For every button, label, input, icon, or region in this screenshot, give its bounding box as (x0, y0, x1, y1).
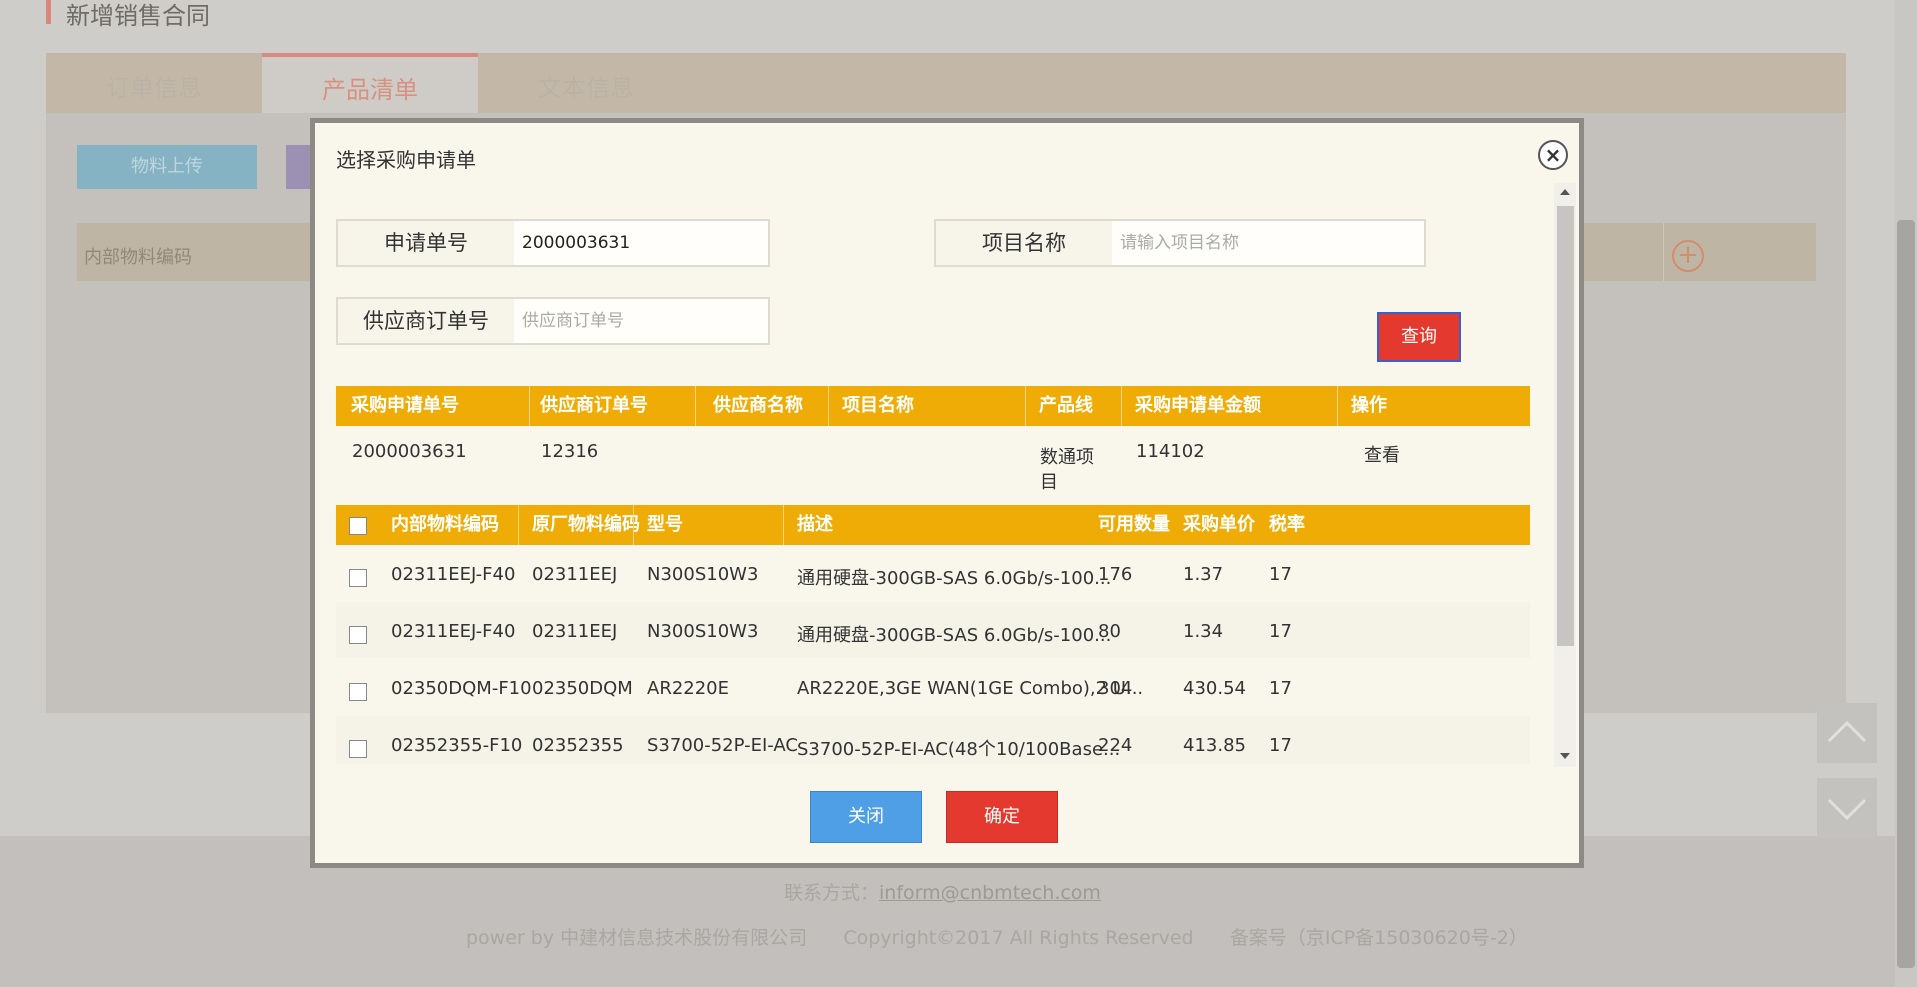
product-line-cell: 数通项 (1040, 447, 1094, 468)
col-divider (633, 505, 634, 545)
request-no-input[interactable]: 2000003631 (514, 219, 770, 267)
view-link[interactable]: 查看 (1364, 441, 1400, 467)
col-amount: 采购申请单金额 (1135, 395, 1261, 416)
product-table-divider (1663, 223, 1664, 281)
tax-cell: 17 (1269, 678, 1292, 699)
description-cell: 通用硬盘-300GB-SAS 6.0Gb/s-100... (797, 568, 1112, 589)
col-product-line: 产品线 (1039, 395, 1093, 416)
supplier-order-label: 供应商订单号 (336, 297, 516, 345)
close-button[interactable]: 关闭 (810, 791, 922, 843)
scroll-up-arrow-icon[interactable] (1560, 189, 1570, 195)
col-description: 描述 (797, 514, 833, 535)
col-divider (518, 505, 519, 545)
scroll-down-arrow-icon[interactable] (1560, 753, 1570, 759)
dialog-scrollbar-thumb[interactable] (1557, 206, 1574, 646)
amount-cell: 114102 (1136, 441, 1205, 462)
col-divider (783, 505, 784, 545)
col-tax-rate: 税率 (1269, 514, 1305, 535)
project-name-input[interactable]: 请输入项目名称 (1112, 219, 1426, 267)
col-action: 操作 (1351, 395, 1387, 416)
model-cell: AR2220E (647, 678, 730, 699)
close-icon[interactable]: × (1538, 140, 1568, 170)
tab-product-list[interactable]: 产品清单 (262, 53, 478, 113)
col-unit-price: 采购单价 (1183, 514, 1255, 535)
qty-cell: 80 (1098, 621, 1121, 642)
col-model: 型号 (647, 514, 683, 535)
request-no-label: 申请单号 (336, 219, 516, 267)
material-table-header: 内部物料编码 原厂物料编码 型号 描述 可用数量 采购单价 税率 (336, 505, 1530, 545)
internal-code-cell: 02311EEJ-F40 (391, 564, 516, 585)
col-divider (828, 386, 829, 426)
col-original-code: 原厂物料编码 (532, 514, 640, 535)
request-table-header: 采购申请单号 供应商订单号 供应商名称 项目名称 产品线 采购申请单金额 操作 (336, 386, 1530, 426)
col-supplier-order: 供应商订单号 (540, 395, 648, 416)
description-cell: AR2220E,3GE WAN(1GE Combo),2 U... (797, 678, 1144, 699)
price-cell: 1.34 (1183, 621, 1224, 642)
supplier-order-input[interactable]: 供应商订单号 (514, 297, 770, 345)
qty-cell: 176 (1098, 564, 1133, 585)
page-title: 新增销售合同 (66, 2, 210, 30)
tax-cell: 17 (1269, 621, 1292, 642)
dialog-body: 选择采购申请单 × 申请单号 2000003631 项目名称 请输入项目名称 供… (315, 123, 1579, 863)
description-cell: S3700-52P-EI-AC(48个10/100Base... (797, 739, 1121, 760)
row-checkbox[interactable] (349, 569, 367, 587)
col-divider (1121, 386, 1122, 426)
model-cell: N300S10W3 (647, 564, 759, 585)
col-divider (1025, 386, 1026, 426)
select-request-dialog: 选择采购申请单 × 申请单号 2000003631 项目名称 请输入项目名称 供… (310, 118, 1584, 868)
model-cell: S3700-52P-EI-AC (647, 735, 798, 756)
col-divider (529, 386, 530, 426)
project-name-label: 项目名称 (934, 219, 1114, 267)
product-table-header-internal-code: 内部物料编码 (84, 247, 192, 268)
original-code-cell: 02352355 (532, 735, 624, 756)
internal-code-cell: 02350DQM-F10 (391, 678, 532, 699)
tab-bar: 订单信息 产品清单 文本信息 (46, 53, 1846, 113)
col-divider (695, 386, 696, 426)
footer-copyright: power by 中建材信息技术股份有限公司 Copyright©2017 Al… (466, 927, 1528, 949)
price-cell: 1.37 (1183, 564, 1224, 585)
footer-contact-label: 联系方式： (784, 882, 880, 904)
scroll-bottom-button[interactable] (1817, 778, 1877, 838)
chevron-down-icon (1827, 798, 1867, 821)
tab-text-info[interactable]: 文本信息 (478, 53, 694, 113)
select-all-checkbox[interactable] (349, 517, 367, 535)
page-scrollbar-thumb[interactable] (1897, 220, 1915, 968)
tab-order-info[interactable]: 订单信息 (46, 53, 262, 113)
scroll-top-button[interactable] (1817, 703, 1877, 763)
col-divider (1337, 386, 1338, 426)
row-checkbox[interactable] (349, 740, 367, 758)
row-checkbox[interactable] (349, 683, 367, 701)
col-internal-code: 内部物料编码 (391, 514, 499, 535)
description-cell: 通用硬盘-300GB-SAS 6.0Gb/s-100... (797, 625, 1112, 646)
footer-contact: 联系方式：inform@cnbmtech.com (784, 878, 1101, 905)
tax-cell: 17 (1269, 735, 1292, 756)
add-row-icon[interactable]: + (1672, 240, 1704, 272)
chevron-up-icon (1827, 720, 1867, 743)
original-code-cell: 02350DQM (532, 678, 633, 699)
price-cell: 430.54 (1183, 678, 1246, 699)
supplier-order-cell: 12316 (541, 441, 599, 462)
price-cell: 413.85 (1183, 735, 1246, 756)
query-button[interactable]: 查询 (1377, 312, 1461, 362)
confirm-button[interactable]: 确定 (946, 791, 1058, 843)
original-code-cell: 02311EEJ (532, 564, 618, 585)
col-project-name: 项目名称 (842, 395, 914, 416)
internal-code-cell: 02352355-F10 (391, 735, 523, 756)
col-request-no: 采购申请单号 (351, 395, 459, 416)
request-no-cell: 2000003631 (352, 441, 467, 462)
material-upload-button[interactable]: 物料上传 (77, 145, 257, 189)
qty-cell: 304 (1098, 678, 1133, 699)
row-checkbox[interactable] (349, 626, 367, 644)
col-available-qty: 可用数量 (1098, 514, 1170, 535)
qty-cell: 224 (1098, 735, 1133, 756)
model-cell: N300S10W3 (647, 621, 759, 642)
footer-contact-email[interactable]: inform@cnbmtech.com (879, 882, 1101, 904)
tax-cell: 17 (1269, 564, 1292, 585)
page-title-accent (46, 0, 51, 24)
internal-code-cell: 02311EEJ-F40 (391, 621, 516, 642)
product-line-cell-wrap: 目 (1040, 472, 1058, 493)
original-code-cell: 02311EEJ (532, 621, 618, 642)
dialog-title: 选择采购申请单 (336, 148, 476, 172)
col-supplier-name: 供应商名称 (713, 395, 803, 416)
